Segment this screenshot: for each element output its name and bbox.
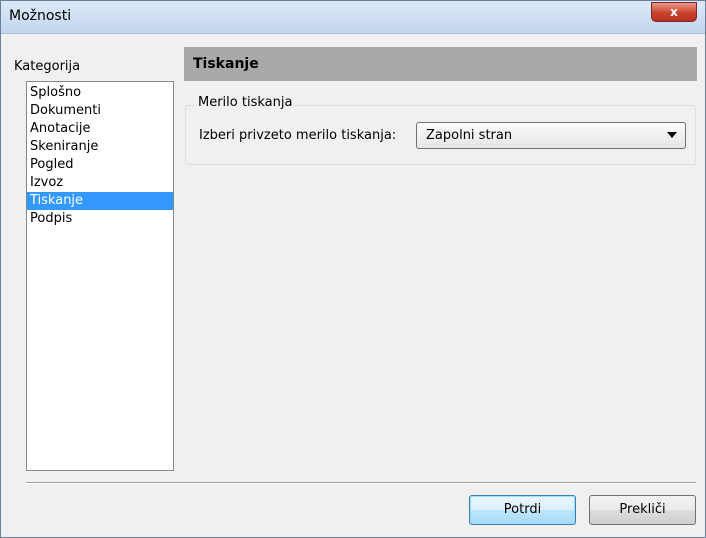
default-scale-label: Izberi privzeto merilo tiskanja: xyxy=(199,128,397,143)
category-item-dokumenti[interactable]: Dokumenti xyxy=(27,102,173,120)
category-list[interactable]: Splošno Dokumenti Anotacije Skeniranje P… xyxy=(26,81,174,471)
group-legend: Merilo tiskanja xyxy=(195,95,296,110)
dropdown-arrow-icon[interactable] xyxy=(667,132,677,138)
category-item-splosno[interactable]: Splošno xyxy=(27,84,173,102)
category-item-pogled[interactable]: Pogled xyxy=(27,156,173,174)
category-item-tiskanje[interactable]: Tiskanje xyxy=(27,192,173,210)
separator-line xyxy=(26,482,696,484)
window-title: Možnosti xyxy=(9,8,72,24)
category-item-podpis[interactable]: Podpis xyxy=(27,210,173,228)
combo-selected-value: Zapolni stran xyxy=(426,128,513,143)
close-button[interactable]: x xyxy=(651,2,697,22)
section-title: Tiskanje xyxy=(193,56,259,72)
options-dialog: Možnosti x Kategorija Splošno Dokumenti … xyxy=(0,0,706,538)
category-item-anotacije[interactable]: Anotacije xyxy=(27,120,173,138)
close-icon: x xyxy=(670,5,678,19)
print-scale-combobox[interactable]: Zapolni stran xyxy=(416,122,686,149)
section-header: Tiskanje xyxy=(184,47,697,81)
category-item-izvoz[interactable]: Izvoz xyxy=(27,174,173,192)
title-bar[interactable]: Možnosti x xyxy=(1,1,705,34)
category-label: Kategorija xyxy=(14,59,81,74)
ok-button[interactable]: Potrdi xyxy=(469,495,576,525)
category-item-skeniranje[interactable]: Skeniranje xyxy=(27,138,173,156)
cancel-button[interactable]: Prekliči xyxy=(589,495,696,525)
